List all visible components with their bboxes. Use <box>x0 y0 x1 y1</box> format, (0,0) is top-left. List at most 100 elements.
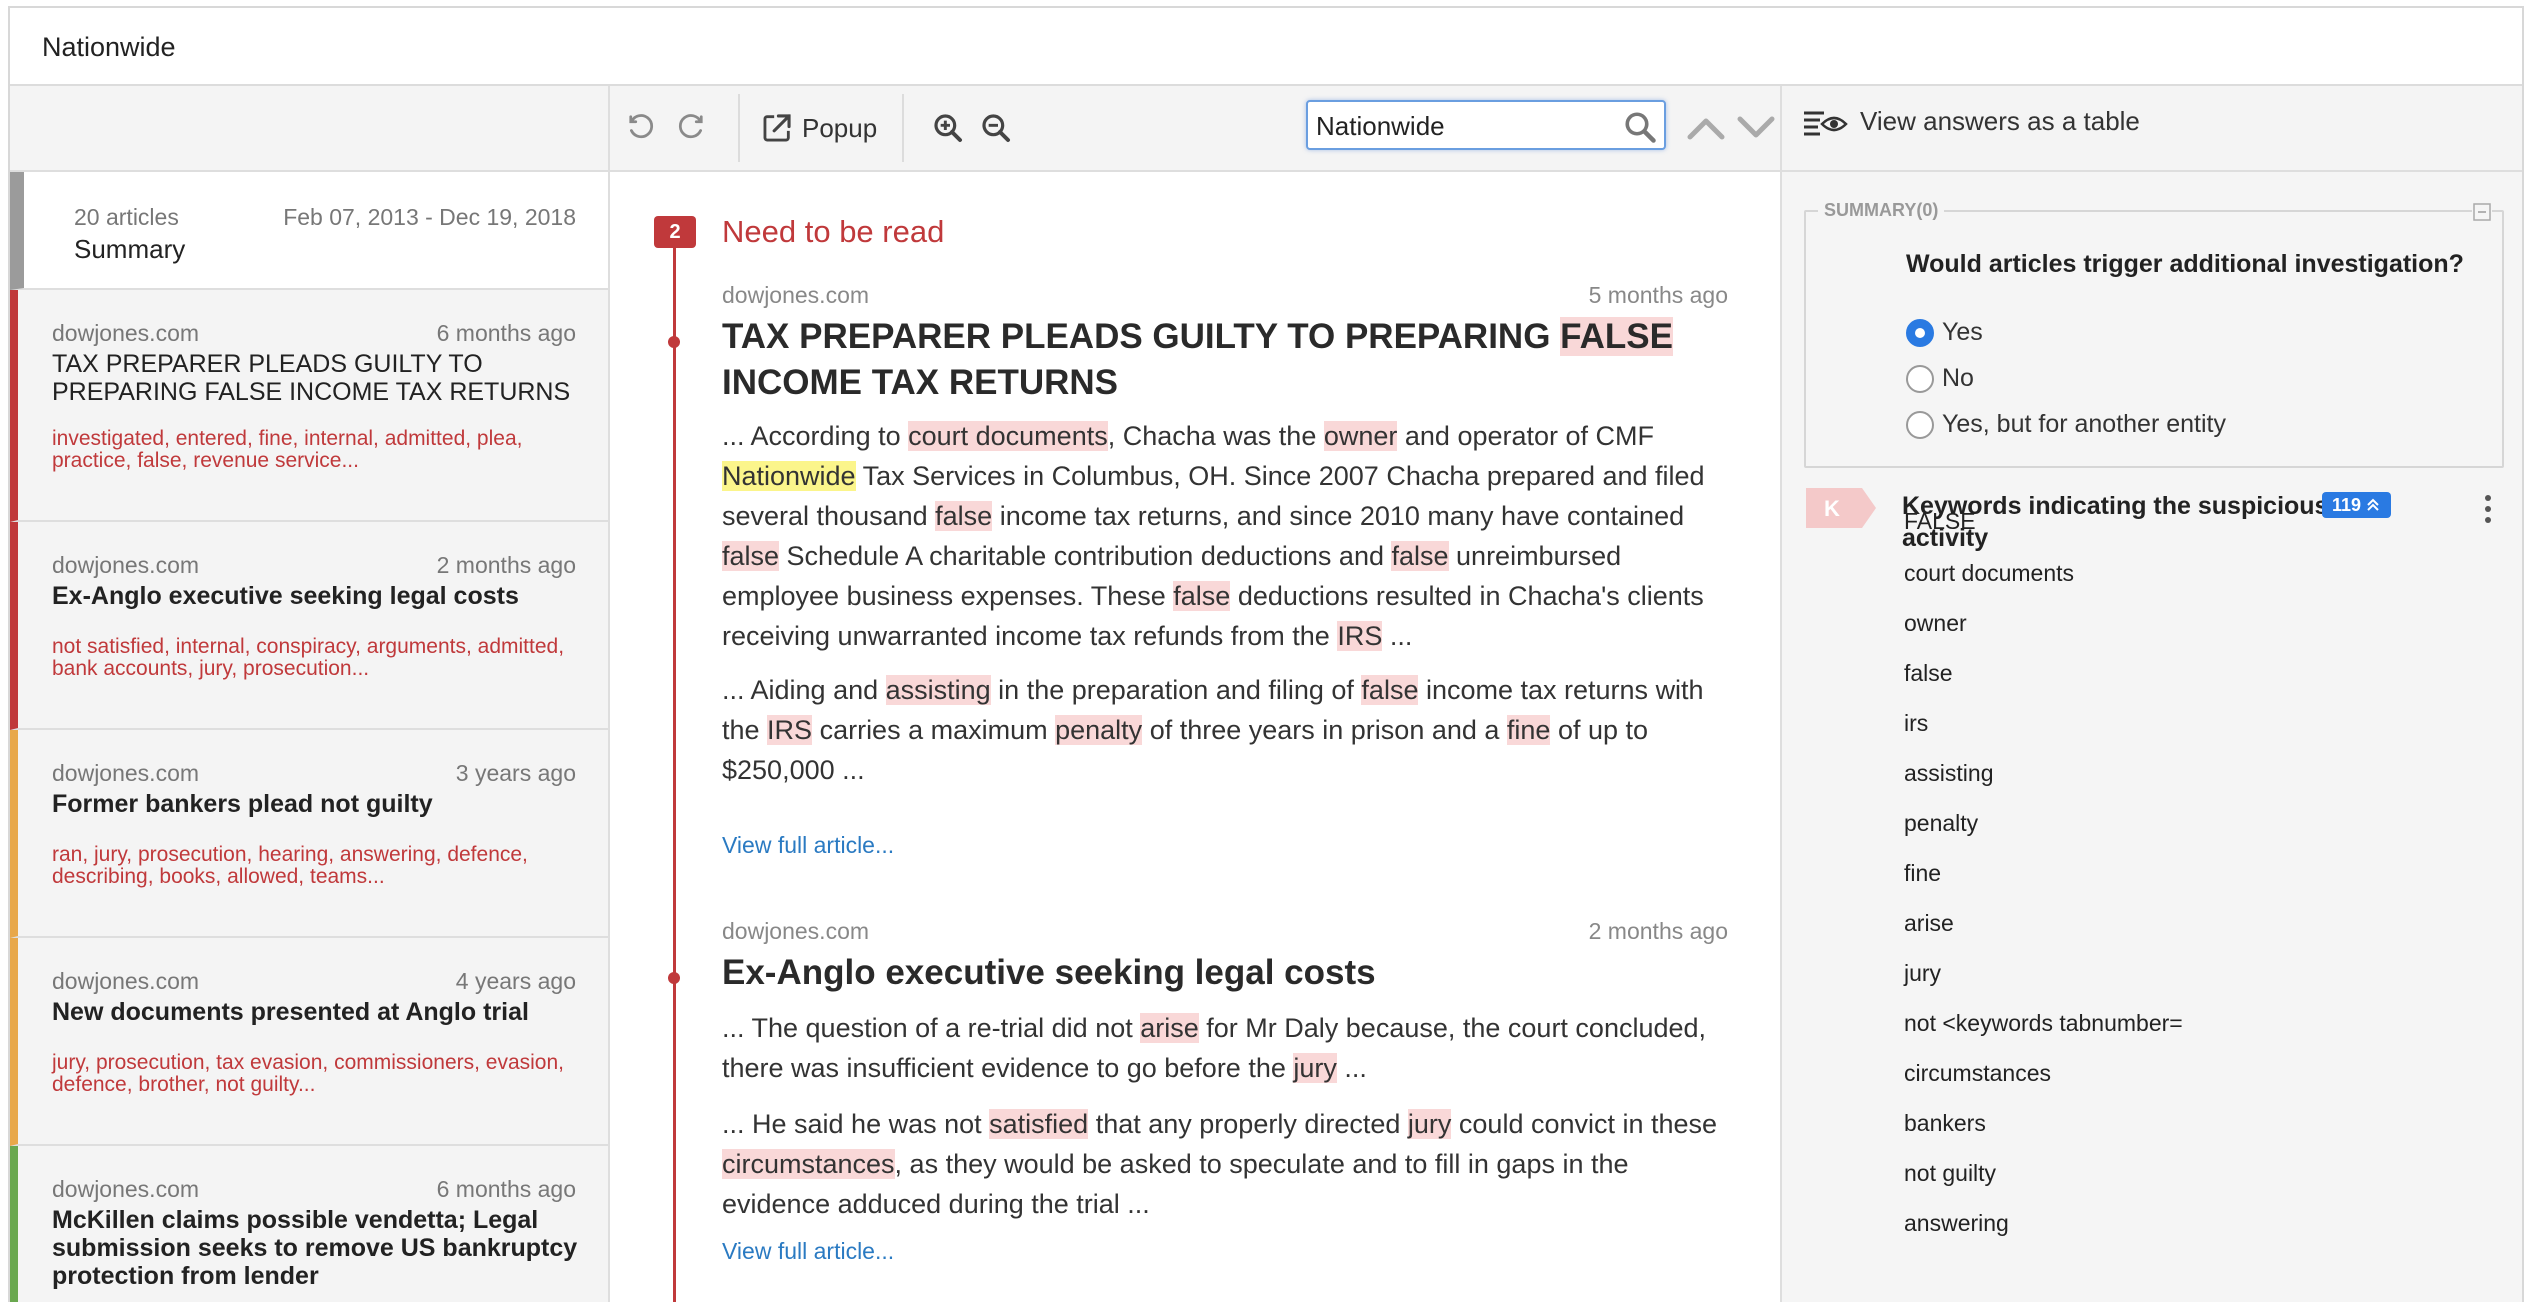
article-list-item[interactable]: dowjones.com 6 months ago McKillen claim… <box>10 1146 608 1302</box>
option-yes[interactable]: Yes <box>1906 318 1983 347</box>
keyword-highlight: false <box>935 501 993 531</box>
keyword-item[interactable]: not guilty <box>1904 1160 1996 1187</box>
keyword-item[interactable]: FALSE <box>1904 508 1976 535</box>
article-list-item[interactable]: dowjones.com 2 months ago Ex-Anglo execu… <box>10 522 608 730</box>
more-options-icon[interactable] <box>2482 494 2494 524</box>
undo-button[interactable] <box>622 108 662 148</box>
toolbar: Popup View answers as a tabl <box>10 86 2522 172</box>
keyword-count-badge[interactable]: 119 <box>2322 492 2392 518</box>
article-age: 3 years ago <box>455 760 576 786</box>
article-excerpt: ... Aiding and assisting in the preparat… <box>722 675 1704 785</box>
keyword-item[interactable]: jury <box>1904 960 1941 987</box>
article-list-item[interactable]: dowjones.com 4 years ago New documents p… <box>10 938 608 1146</box>
radio-another-entity[interactable] <box>1906 410 1934 439</box>
keyword-item[interactable]: irs <box>1904 710 1928 737</box>
search-box <box>1306 100 1666 150</box>
article-title: Ex-Anglo executive seeking legal costs <box>722 953 1376 992</box>
keyword-item[interactable]: not <keywords tabnumber= <box>1904 1010 2183 1037</box>
summary-item[interactable]: 20 articles Feb 07, 2013 - Dec 19, 2018 … <box>10 172 608 290</box>
zoom-in-icon <box>934 114 962 142</box>
article-age: 5 months ago <box>1588 282 1728 308</box>
keyword-item[interactable]: arise <box>1904 910 1954 937</box>
zoom-out-icon <box>982 114 1010 142</box>
keyword-highlight: jury <box>1293 1053 1337 1083</box>
zoom-out-button[interactable] <box>976 108 1016 148</box>
radio-no[interactable] <box>1906 364 1934 393</box>
keyword-item[interactable]: court documents <box>1904 560 2074 587</box>
option-another-entity[interactable]: Yes, but for another entity <box>1906 410 2226 439</box>
next-match-button[interactable] <box>1734 108 1778 148</box>
search-icon[interactable] <box>1622 109 1658 145</box>
answers-pane: SUMMARY(0) Would articles trigger additi… <box>1780 172 2522 1302</box>
article-keywords: investigated, entered, fine, internal, a… <box>52 427 523 472</box>
timeline-line <box>673 248 676 1302</box>
article-source: dowjones.com <box>52 1176 200 1202</box>
keyword-item[interactable]: penalty <box>1904 810 1978 837</box>
article-source: dowjones.com <box>52 968 200 994</box>
svg-text:K: K <box>1824 496 1840 521</box>
keyword-item[interactable]: circumstances <box>1904 1060 2051 1087</box>
keyword-highlight: false <box>722 541 780 571</box>
timeline-dot <box>668 972 680 984</box>
article-excerpt: ... The question of a re-trial did not a… <box>722 1013 1707 1083</box>
keyword-highlight: satisfied <box>989 1109 1089 1139</box>
toolbar-main: Popup <box>610 86 1780 170</box>
article-headline: Former bankers plead not guilty <box>52 790 433 818</box>
article-reader-pane: 2 Need to be read dowjones.com 5 months … <box>610 172 1780 1302</box>
section-label: Need to be read <box>722 214 945 249</box>
view-answers-table-button[interactable]: View answers as a table <box>1802 106 2140 137</box>
article-list-item[interactable]: dowjones.com 6 months ago TAX PREPARER P… <box>10 290 608 522</box>
previous-match-button[interactable] <box>1684 108 1728 148</box>
chevron-up-double-icon <box>2367 498 2379 511</box>
article-source: dowjones.com <box>52 760 200 786</box>
view-table-label: View answers as a table <box>1860 106 2140 136</box>
article-source: dowjones.com <box>722 918 870 944</box>
keyword-item[interactable]: bankers <box>1904 1110 1986 1137</box>
article-headline: New documents presented at Anglo trial <box>52 998 529 1026</box>
article-keywords: jury, prosecution, tax evasion, commissi… <box>52 1051 564 1096</box>
redo-button[interactable] <box>670 108 710 148</box>
article-age: 4 years ago <box>455 968 576 994</box>
keyword-item[interactable]: fine <box>1904 860 1941 887</box>
popup-button[interactable]: Popup <box>760 108 877 148</box>
article-headline: McKillen claims possible vendetta; Legal… <box>52 1206 578 1290</box>
article-excerpt: ... He said he was not satisfied that an… <box>722 1109 1718 1219</box>
article-age: 2 months ago <box>1588 918 1728 944</box>
view-full-article-link[interactable]: View full article... <box>722 832 894 859</box>
keyword-item[interactable]: answering <box>1904 1210 2009 1237</box>
keyword-highlight: penalty <box>1055 715 1143 745</box>
article-age: 2 months ago <box>436 552 576 578</box>
article-age: 6 months ago <box>436 1176 576 1202</box>
keyword-item[interactable]: assisting <box>1904 760 1993 787</box>
article-keywords: not satisfied, internal, conspiracy, arg… <box>52 635 565 680</box>
article-count: 20 articles <box>74 204 179 230</box>
keyword-highlight: IRS <box>1337 621 1383 651</box>
view-full-article-link[interactable]: View full article... <box>722 1238 894 1265</box>
keyword-highlight: circumstances <box>722 1149 895 1179</box>
keyword-highlight: assisting <box>885 675 991 705</box>
radio-yes[interactable] <box>1906 318 1934 347</box>
list-eye-icon <box>1804 111 1848 135</box>
article-title: TAX PREPARER PLEADS GUILTY TO PREPARING … <box>722 317 1673 402</box>
zoom-in-button[interactable] <box>928 108 968 148</box>
external-link-icon <box>763 114 791 142</box>
need-to-read-count-badge: 2 <box>654 216 696 248</box>
toolbar-right: View answers as a table <box>1780 86 2522 170</box>
timeline-dot <box>668 336 680 348</box>
keyword-highlight: owner <box>1323 421 1398 451</box>
article-age: 6 months ago <box>436 320 576 346</box>
article-source: dowjones.com <box>52 320 200 346</box>
option-no[interactable]: No <box>1906 364 1974 393</box>
chevron-down-icon <box>1737 116 1775 138</box>
search-input[interactable] <box>1316 108 1616 144</box>
collapse-icon[interactable] <box>2472 202 2492 222</box>
article-list-item[interactable]: dowjones.com 3 years ago Former bankers … <box>10 730 608 938</box>
keyword-item[interactable]: owner <box>1904 610 1967 637</box>
article-keywords: ran, jury, prosecution, hearing, answeri… <box>52 843 528 888</box>
keyword-highlight: court documents <box>908 421 1108 451</box>
keyword-item[interactable]: false <box>1904 660 1953 687</box>
chevron-up-icon <box>1687 118 1725 140</box>
question-text: Would articles trigger additional invest… <box>1906 250 2464 278</box>
keyword-highlight: false <box>1391 541 1449 571</box>
article-card: dowjones.com 5 months ago TAX PREPARER P… <box>722 282 1728 858</box>
